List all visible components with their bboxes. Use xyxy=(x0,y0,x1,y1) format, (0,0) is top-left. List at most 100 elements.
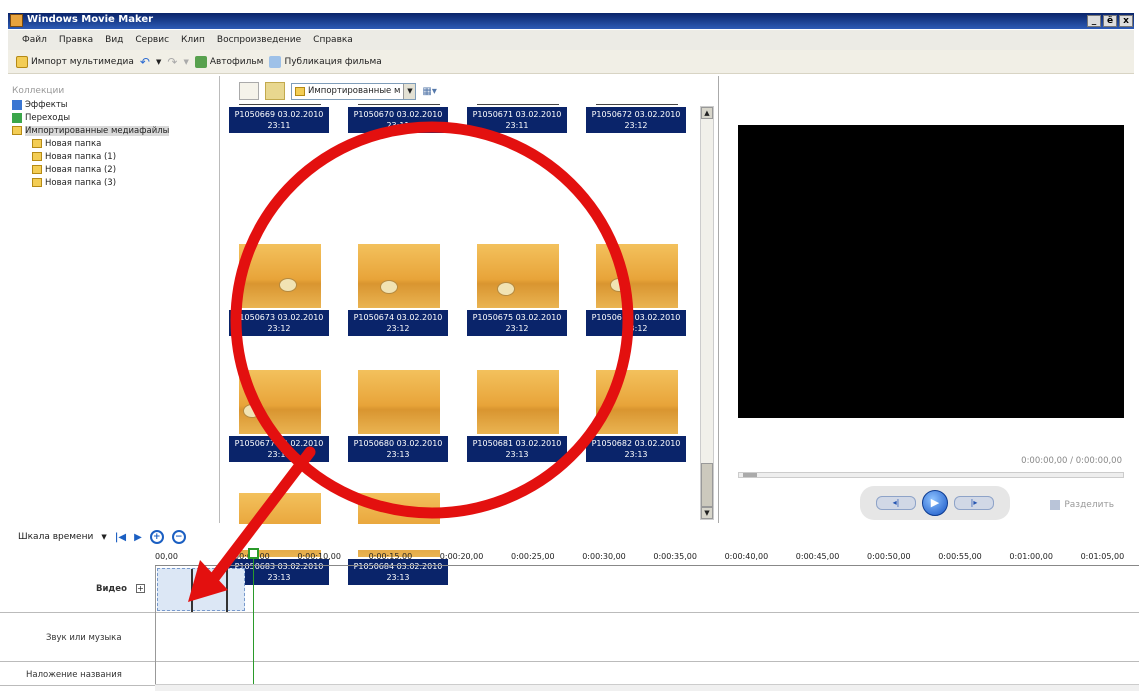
ruler-tick: 0:00:15,00 xyxy=(368,552,413,561)
zoom-out-icon[interactable]: − xyxy=(171,530,186,544)
ruler-tick: 0:00:25,00 xyxy=(511,552,555,561)
next-frame-button[interactable]: |▸ xyxy=(954,496,994,510)
menu-clip[interactable]: Клип xyxy=(181,35,205,45)
tree-item-effects[interactable]: Эффекты xyxy=(12,98,219,111)
timeline-scrollbar[interactable] xyxy=(155,684,1139,691)
folder-icon xyxy=(295,86,305,96)
clip-caption: P1050670 03.02.2010 23:11 xyxy=(348,107,448,133)
timeline-mode-toggle[interactable]: Шкала времени xyxy=(18,532,93,542)
clip-time: 23:12 xyxy=(386,324,410,333)
clip-name: P1050673 03.02.2010 xyxy=(234,313,324,322)
window-title: Windows Movie Maker xyxy=(27,14,154,25)
media-clip[interactable]: P1050674 03.02.2010 23:12 xyxy=(348,244,448,336)
media-clip[interactable]: P1050681 03.02.2010 23:13 xyxy=(467,370,567,462)
scroll-down-icon[interactable]: ▼ xyxy=(701,507,713,519)
tree-item-new-folder-2[interactable]: Новая папка (2) xyxy=(12,163,219,176)
playhead-handle[interactable] xyxy=(248,548,259,559)
preview-time: 0:00:00,00 / 0:00:00,00 xyxy=(1021,456,1122,466)
media-clip[interactable]: P1050677 03.02.2010 23:12 xyxy=(229,370,329,462)
title-overlay-track[interactable]: Наложение названия xyxy=(0,662,1139,686)
ruler-tick: 0:00:50,00 xyxy=(867,552,911,561)
clip-boundary xyxy=(191,569,193,612)
media-clip[interactable]: P1050671 03.02.2010 23:11 xyxy=(467,104,567,133)
publish-movie-button[interactable]: Публикация фильма xyxy=(269,55,382,68)
minimize-button[interactable]: _ xyxy=(1087,15,1101,27)
ruler-tick: 0:00:40,00 xyxy=(724,552,769,561)
scroll-up-icon[interactable]: ▲ xyxy=(701,107,713,119)
maximize-button[interactable]: ё xyxy=(1103,15,1117,27)
clip-thumbnail xyxy=(239,370,321,434)
chevron-down-icon: ▼ xyxy=(403,83,416,99)
media-clip[interactable]: P1050672 03.02.2010 23:12 xyxy=(586,104,686,133)
media-clip[interactable]: P1050676 03.02.2010 23:12 xyxy=(586,244,686,336)
tree-item-transitions[interactable]: Переходы xyxy=(12,111,219,124)
clip-time: 23:12 xyxy=(624,324,648,333)
video-track-label: Видео xyxy=(96,584,127,594)
clip-time: 23:11 xyxy=(386,121,410,130)
playhead[interactable] xyxy=(248,548,259,688)
folder-view-button[interactable] xyxy=(265,82,285,100)
view-options-icon[interactable]: ▦▾ xyxy=(422,86,436,97)
clip-name: P1050682 03.02.2010 xyxy=(591,439,681,448)
clip-name: P1050681 03.02.2010 xyxy=(472,439,562,448)
window-controls: _ ё x xyxy=(1087,15,1133,27)
menu-playback[interactable]: Воспроизведение xyxy=(217,35,301,45)
tree-item-new-folder[interactable]: Новая папка xyxy=(12,137,219,150)
menu-file[interactable]: Файл xyxy=(22,35,47,45)
play-button[interactable]: ▶ xyxy=(922,490,948,516)
zoom-in-icon[interactable]: + xyxy=(149,530,164,544)
menu-edit[interactable]: Правка xyxy=(59,35,93,45)
seek-bar[interactable] xyxy=(738,472,1124,478)
audio-track[interactable]: Звук или музыка xyxy=(0,613,1139,662)
tree-item-label: Эффекты xyxy=(25,99,68,110)
media-clip[interactable]: P1050670 03.02.2010 23:11 xyxy=(348,104,448,133)
seek-knob[interactable] xyxy=(743,473,757,477)
media-clip[interactable]: P1050673 03.02.2010 23:12 xyxy=(229,244,329,336)
menu-tools[interactable]: Сервис xyxy=(135,35,169,45)
clip-time: 23:11 xyxy=(267,121,291,130)
undo-icon[interactable]: ↶ xyxy=(140,55,150,69)
previous-frame-button[interactable]: ◂| xyxy=(876,496,916,510)
timeline-video-clip[interactable] xyxy=(157,568,245,612)
clip-caption: P1050674 03.02.2010 23:12 xyxy=(348,310,448,336)
close-button[interactable]: x xyxy=(1119,15,1133,27)
menu-help[interactable]: Справка xyxy=(313,35,353,45)
undo-dropdown-icon[interactable]: ▼ xyxy=(156,58,161,66)
chevron-down-icon[interactable]: ▼ xyxy=(101,533,106,541)
automovie-label: Автофильм xyxy=(209,56,264,67)
redo-dropdown-icon[interactable]: ▼ xyxy=(183,58,188,66)
play-timeline-icon[interactable]: ▶ xyxy=(134,532,142,543)
automovie-button[interactable]: Автофильм xyxy=(194,55,264,68)
scroll-thumb[interactable] xyxy=(701,463,713,507)
timeline-ruler[interactable]: 00,000:00:05,000:00:10,000:00:15,000:00:… xyxy=(155,550,1139,566)
tree-item-new-folder-3[interactable]: Новая папка (3) xyxy=(12,176,219,189)
audio-track-label: Звук или музыка xyxy=(46,633,122,643)
preview-pane: 0:00:00,00 / 0:00:00,00 ◂| ▶ |▸ Разделит… xyxy=(720,76,1134,523)
tree-item-label: Новая папка (3) xyxy=(45,177,117,188)
egg-figure xyxy=(380,280,398,294)
clip-time: 23:13 xyxy=(386,450,410,459)
tree-item-label: Импортированные медиафайлы xyxy=(25,125,170,136)
media-clip[interactable]: P1050680 03.02.2010 23:13 xyxy=(348,370,448,462)
ruler-tick: 0:01:05,00 xyxy=(1080,552,1125,561)
tree-item-imported-media[interactable]: Импортированные медиафайлы xyxy=(12,124,219,137)
clip-time: 23:13 xyxy=(505,450,529,459)
expand-icon[interactable]: + xyxy=(136,584,145,593)
content-scrollbar[interactable]: ▲ ▼ xyxy=(700,106,714,520)
media-clip[interactable]: P1050675 03.02.2010 23:12 xyxy=(467,244,567,336)
clip-time: 23:11 xyxy=(505,121,529,130)
collection-dropdown[interactable]: Импортированные м ▼ xyxy=(291,82,417,100)
content-toolbar: Импортированные м ▼ ▦▾ xyxy=(239,82,437,100)
split-button[interactable]: Разделить xyxy=(1050,500,1114,510)
clip-caption: P1050675 03.02.2010 23:12 xyxy=(467,310,567,336)
redo-icon[interactable]: ↷ xyxy=(167,55,177,69)
media-clip[interactable]: P1050669 03.02.2010 23:11 xyxy=(229,104,329,133)
media-clip[interactable]: P1050682 03.02.2010 23:13 xyxy=(586,370,686,462)
clip-time: 23:12 xyxy=(267,450,291,459)
menu-view[interactable]: Вид xyxy=(105,35,123,45)
rewind-icon[interactable]: |◀ xyxy=(115,532,126,543)
import-media-button[interactable]: Импорт мультимедиа xyxy=(16,55,134,68)
clip-thumbnail xyxy=(239,244,321,308)
tree-item-new-folder-1[interactable]: Новая папка (1) xyxy=(12,150,219,163)
show-collections-button[interactable] xyxy=(239,82,259,100)
